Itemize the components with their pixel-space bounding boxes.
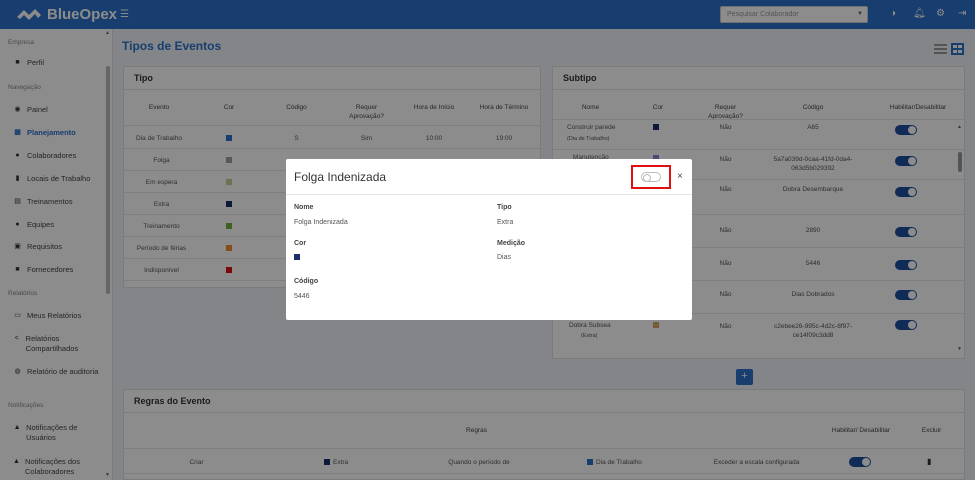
label-medicao: Medição (497, 240, 526, 247)
color-swatch (294, 254, 300, 260)
label-codigo: Código (294, 278, 319, 285)
value-codigo: 5446 (294, 293, 310, 300)
value-tipo: Extra (497, 219, 514, 226)
value-nome: Folga Indenizada (294, 219, 348, 226)
close-icon[interactable]: × (677, 171, 683, 182)
modal-enable-toggle[interactable] (641, 172, 661, 182)
event-detail-modal: Folga Indenizada × Nome Folga Indenizada… (286, 159, 692, 320)
label-cor: Cor (294, 240, 307, 247)
modal-title: Folga Indenizada (294, 170, 387, 184)
value-medicao: Dias (497, 254, 512, 261)
label-nome: Nome (294, 204, 314, 211)
label-tipo: Tipo (497, 204, 512, 211)
